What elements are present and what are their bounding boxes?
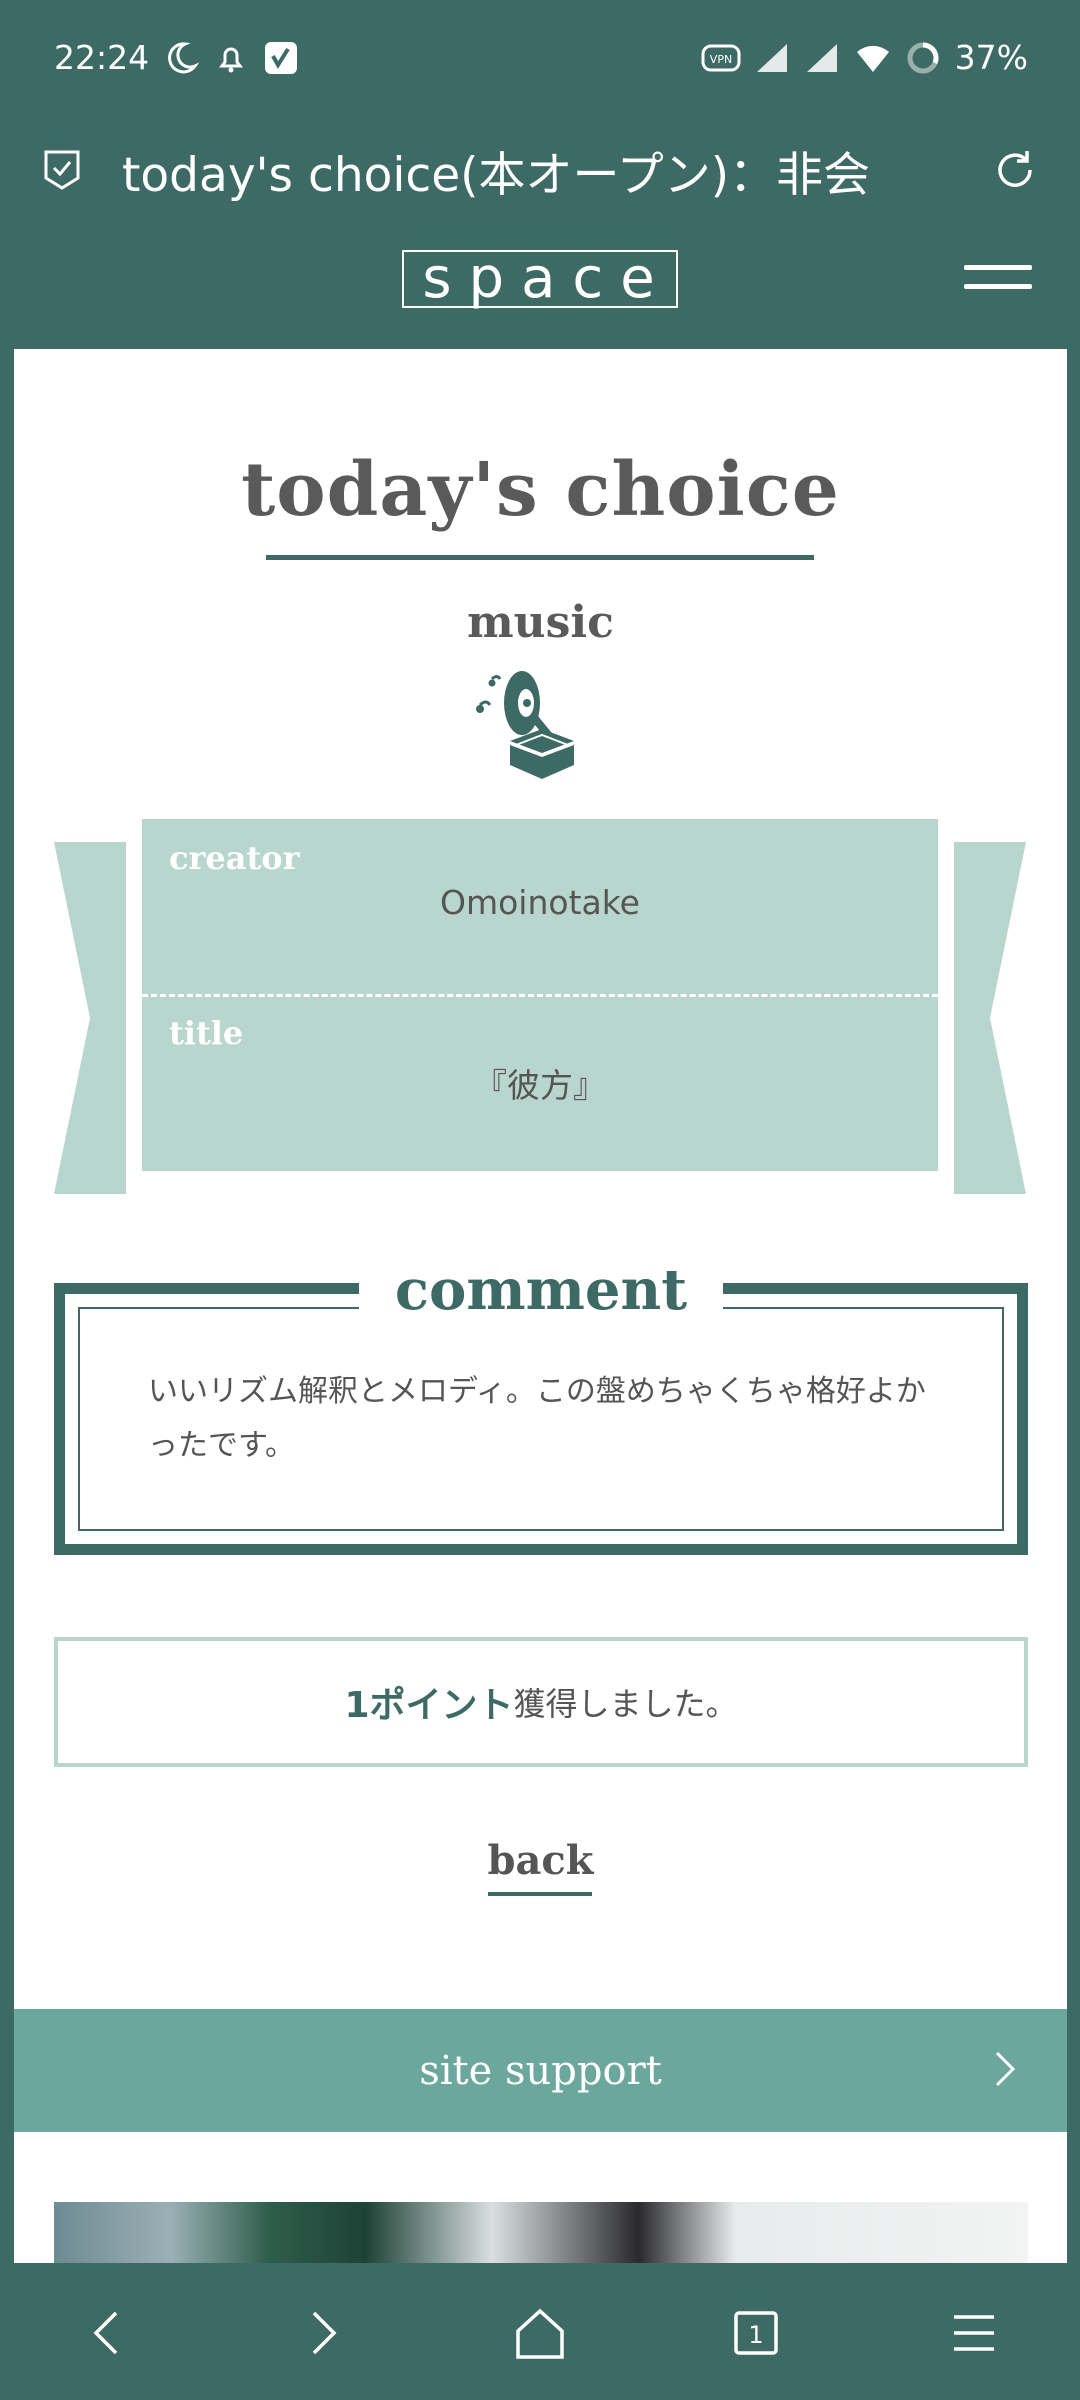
battery-ring-icon <box>907 42 939 73</box>
reload-icon[interactable] <box>990 145 1040 195</box>
menu-icon[interactable] <box>944 2303 1004 2363</box>
points-rest: 獲得しました。 <box>513 1685 738 1723</box>
points-box: 1ポイント 獲得しました。 <box>54 1637 1028 1767</box>
gramophone-icon <box>476 671 574 779</box>
creator-label: creator <box>169 839 300 877</box>
ribbon-left-tail <box>54 842 126 1194</box>
banner-photo[interactable] <box>54 2202 1028 2263</box>
page-title: today's choice <box>241 447 840 533</box>
url-title[interactable]: today's choice(本オープン)：非会 <box>122 136 990 205</box>
web-page: space today's choice music creator Omoin… <box>14 225 1067 2263</box>
category-label: music <box>467 597 614 648</box>
info-box: creator Omoinotake title 『彼方』 <box>142 819 938 1171</box>
status-bar: 22:24 VPN 37% <box>0 0 1080 115</box>
site-support-button[interactable]: site support <box>14 2009 1067 2132</box>
alarm-icon <box>219 47 244 72</box>
url-bar[interactable]: today's choice(本オープン)：非会 <box>0 115 1080 225</box>
signal-icon-2 <box>806 43 837 72</box>
shield-check-icon[interactable] <box>40 146 84 194</box>
app-notification-icon <box>265 41 298 74</box>
site-support-label: site support <box>419 2047 662 2094</box>
status-time: 22:24 <box>54 38 150 77</box>
creator-value: Omoinotake <box>440 883 640 922</box>
ribbon-right-tail <box>954 842 1026 1194</box>
battery-percent: 37% <box>954 38 1028 77</box>
signal-icon-1 <box>756 43 787 72</box>
svg-text:VPN: VPN <box>709 53 731 66</box>
back-underline <box>488 1892 592 1896</box>
svg-text:1: 1 <box>748 2321 763 2349</box>
tabs-icon[interactable]: 1 <box>726 2303 786 2363</box>
title-underline <box>266 555 814 560</box>
back-arrow-icon[interactable] <box>78 2303 138 2363</box>
site-logo[interactable]: space <box>402 250 678 308</box>
home-icon[interactable] <box>510 2303 570 2363</box>
wifi-icon <box>856 45 889 72</box>
back-link[interactable]: back <box>14 1837 1067 1884</box>
forward-arrow-icon[interactable] <box>292 2303 352 2363</box>
browser-bottom-nav: 1 <box>0 2263 1080 2400</box>
hamburger-menu-icon[interactable] <box>964 265 1032 295</box>
title-value: 『彼方』 <box>474 1066 606 1105</box>
moon-icon <box>168 41 200 73</box>
info-divider <box>142 994 938 997</box>
comment-heading: comment <box>359 1255 723 1325</box>
comment-text: いいリズム解釈とメロディ。この盤めちゃくちゃ格好よかったです。 <box>148 1374 926 1463</box>
points-highlight: 1ポイント <box>344 1685 514 1726</box>
site-header: space <box>14 225 1067 349</box>
vpn-icon: VPN <box>701 44 741 71</box>
chevron-right-icon <box>995 2051 1016 2087</box>
title-label: title <box>169 1014 244 1052</box>
